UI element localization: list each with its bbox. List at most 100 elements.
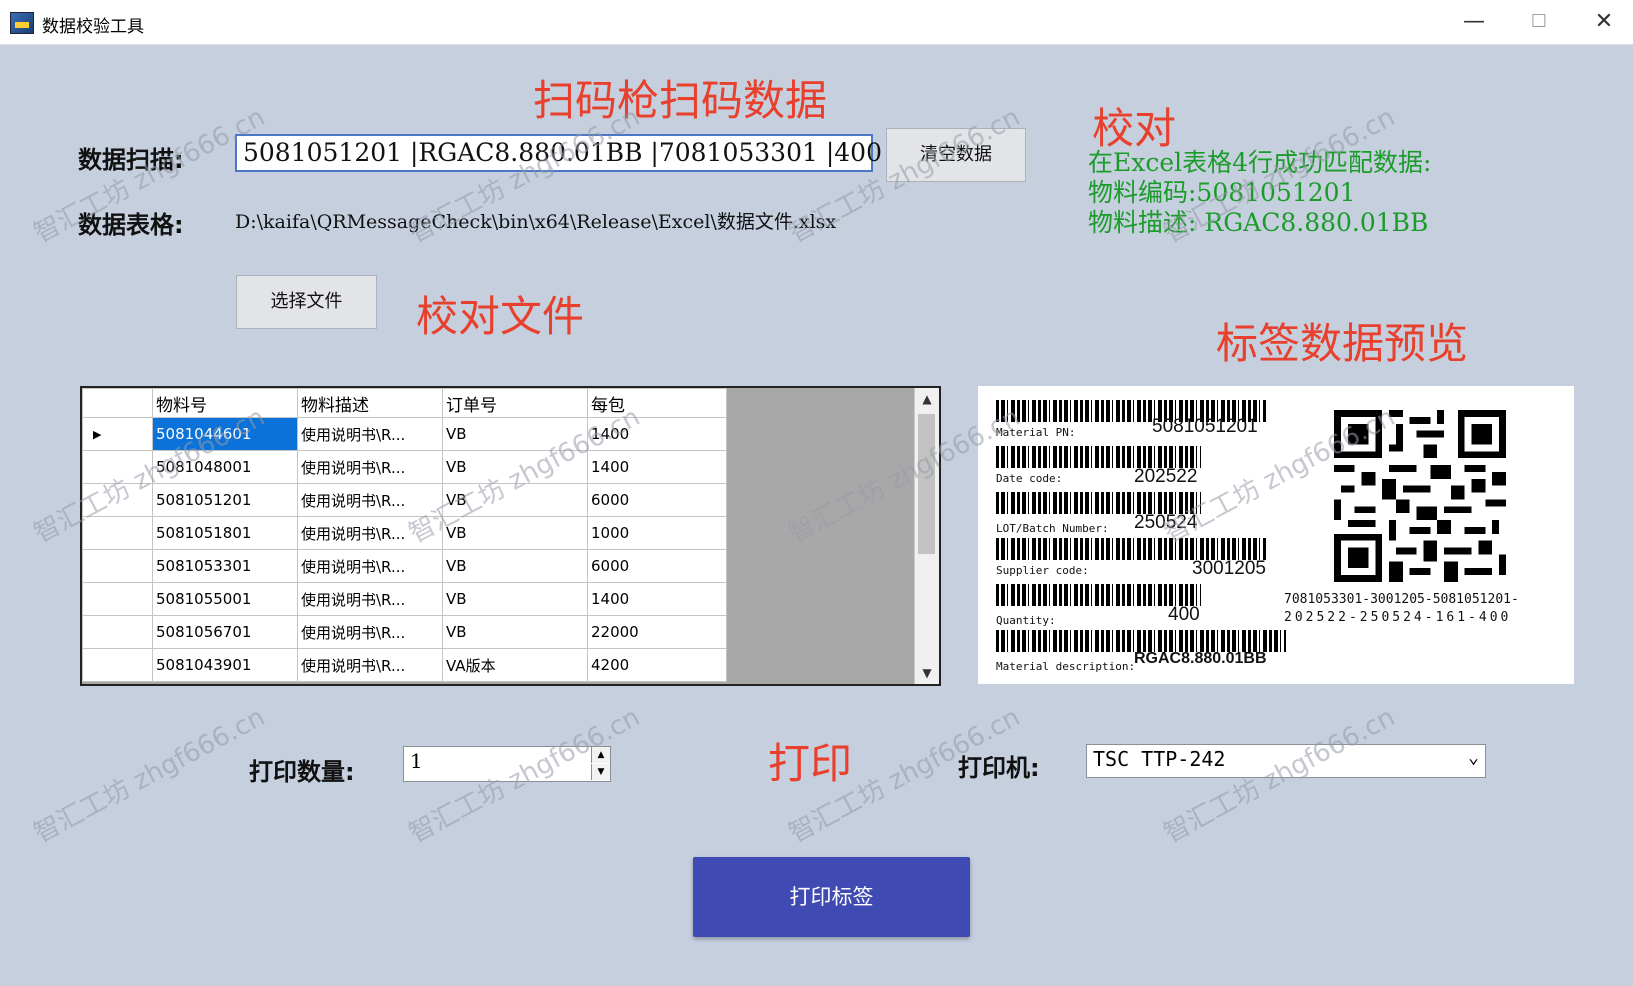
annotation-preview: 标签数据预览 [1216, 319, 1469, 368]
table-row[interactable]: 5081043901 使用说明书\R... VA版本 4200 [82, 648, 727, 682]
grid-cell[interactable]: 5081044601 [152, 417, 298, 451]
row-header[interactable] [82, 450, 153, 484]
table-row[interactable]: 5081055001 使用说明书\R... VB 1400 [82, 582, 727, 616]
grid-cell[interactable]: 5081048001 [152, 450, 298, 484]
grid-cell[interactable]: 1000 [587, 516, 727, 550]
printer-value[interactable]: TSC TTP-242 [1093, 747, 1225, 771]
row-header[interactable] [82, 549, 153, 583]
row-header[interactable] [82, 648, 153, 682]
barcode-lot [996, 492, 1201, 514]
grid-cell[interactable]: VB [442, 483, 588, 517]
grid-cell[interactable]: 5081056701 [152, 615, 298, 649]
label-preview: Material PN: 5081051201 Date code: 20252… [978, 386, 1574, 684]
table-row[interactable]: 5081056701 使用说明书\R... VB 22000 [82, 615, 727, 649]
table-row[interactable]: 5081048001 使用说明书\R... VB 1400 [82, 450, 727, 484]
table-row[interactable]: 5081053301 使用说明书\R... VB 6000 [82, 549, 727, 583]
row-header[interactable] [82, 615, 153, 649]
grid-cell[interactable]: 4200 [587, 648, 727, 682]
barcode-quantity [996, 584, 1201, 606]
grid-cell[interactable]: 5081043901 [152, 648, 298, 682]
grid-cell[interactable]: 使用说明书\R... [297, 450, 443, 484]
supplier-value: 3001205 [1192, 558, 1266, 579]
select-file-button[interactable]: 选择文件 [236, 275, 377, 329]
verify-line-3: 物料描述: RGAC8.880.01BB [1088, 208, 1429, 237]
title-bar: 数据校验工具 — ☐ ✕ [0, 0, 1633, 45]
annotation-print: 打印 [768, 739, 853, 788]
table-row[interactable]: ▶ 5081044601 使用说明书\R... VB 1400 [82, 417, 727, 451]
date-code-value: 202522 [1134, 466, 1198, 487]
grid-cell[interactable]: 使用说明书\R... [297, 417, 443, 451]
annotation-scan: 扫码枪扫码数据 [533, 76, 828, 125]
supplier-label: Supplier code: [996, 564, 1089, 577]
grid-cell[interactable]: 5081053301 [152, 549, 298, 583]
file-path: D:\kaifa\QRMessageCheck\bin\x64\Release\… [235, 211, 837, 233]
chevron-down-icon[interactable]: ⌄ [1468, 747, 1479, 768]
material-pn-label: Material PN: [996, 426, 1076, 439]
printer-select[interactable]: TSC TTP-242 ⌄ [1086, 744, 1486, 778]
grid-cell[interactable]: 使用说明书\R... [297, 483, 443, 517]
stepper-up-icon[interactable]: ▲ [591, 747, 610, 763]
print-label-button[interactable]: 打印标签 [693, 857, 970, 937]
grid-cell[interactable]: 使用说明书\R... [297, 582, 443, 616]
grid-cell[interactable]: 使用说明书\R... [297, 615, 443, 649]
scan-input[interactable]: 5081051201 |RGAC8.880.01BB |7081053301 |… [235, 134, 882, 172]
grid-cell[interactable]: VB [442, 450, 588, 484]
qr-caption-line-1: 7081053301-3001205-5081051201- [1284, 592, 1519, 607]
date-code-label: Date code: [996, 472, 1063, 485]
close-button[interactable]: ✕ [1580, 6, 1628, 38]
table-row[interactable]: 5081051801 使用说明书\R... VB 1000 [82, 516, 727, 550]
file-label: 数据表格: [78, 211, 184, 239]
grid-cell[interactable]: VB [442, 417, 588, 451]
column-header[interactable]: 物料描述 [297, 388, 443, 418]
grid-cell[interactable]: 6000 [587, 483, 727, 517]
stepper-down-icon[interactable]: ▼ [591, 764, 610, 780]
grid-cell[interactable]: 1400 [587, 582, 727, 616]
print-quantity-value[interactable]: 1 [410, 749, 423, 773]
grid-vertical-scrollbar[interactable]: ▲ ▼ [914, 388, 939, 684]
data-grid[interactable]: 物料号 物料描述 订单号 每包 ▶ 5081044601 使用说明书\R... … [80, 386, 941, 686]
grid-cell[interactable]: VB [442, 549, 588, 583]
grid-cell[interactable]: VB [442, 615, 588, 649]
minimize-button[interactable]: — [1450, 6, 1498, 38]
description-value: RGAC8.880.01BB [1134, 650, 1267, 667]
column-header[interactable]: 物料号 [152, 388, 298, 418]
column-header[interactable]: 每包 [587, 388, 727, 418]
clear-data-button[interactable]: 清空数据 [886, 128, 1026, 182]
grid-cell[interactable]: 5081051801 [152, 516, 298, 550]
grid-cell[interactable]: 使用说明书\R... [297, 648, 443, 682]
table-row[interactable]: 5081051201 使用说明书\R... VB 6000 [82, 483, 727, 517]
print-quantity-stepper[interactable]: 1 ▲ ▼ [403, 746, 611, 782]
barcode-date-code [996, 446, 1201, 468]
barcode-description [996, 630, 1286, 652]
row-header-corner [82, 388, 153, 418]
grid-cell[interactable]: 使用说明书\R... [297, 549, 443, 583]
lot-label: LOT/Batch Number: [996, 522, 1109, 535]
row-header[interactable] [82, 483, 153, 517]
annotation-file: 校对文件 [416, 292, 585, 341]
scroll-down-icon[interactable]: ▼ [915, 662, 939, 684]
qr-caption-line-2: 202522-250524-161-400 [1284, 610, 1512, 625]
grid-cell[interactable]: VB [442, 582, 588, 616]
lot-value: 250524 [1134, 512, 1198, 533]
app-icon [10, 12, 34, 34]
scrollbar-thumb[interactable] [918, 414, 935, 554]
quantity-value: 400 [1168, 604, 1200, 625]
grid-cell[interactable]: VA版本 [442, 648, 588, 682]
grid-cell[interactable]: 1400 [587, 417, 727, 451]
column-header[interactable]: 订单号 [442, 388, 588, 418]
row-header[interactable] [82, 582, 153, 616]
grid-table: 物料号 物料描述 订单号 每包 ▶ 5081044601 使用说明书\R... … [82, 388, 727, 682]
grid-cell[interactable]: VB [442, 516, 588, 550]
grid-cell[interactable]: 5081051201 [152, 483, 298, 517]
grid-cell[interactable]: 5081055001 [152, 582, 298, 616]
qr-code [1334, 410, 1506, 582]
grid-cell[interactable]: 6000 [587, 549, 727, 583]
description-label: Material description: [996, 660, 1136, 673]
scroll-up-icon[interactable]: ▲ [915, 388, 939, 410]
window-title: 数据校验工具 [42, 17, 144, 37]
maximize-button[interactable]: ☐ [1515, 6, 1563, 38]
grid-cell[interactable]: 1400 [587, 450, 727, 484]
grid-cell[interactable]: 使用说明书\R... [297, 516, 443, 550]
row-header[interactable] [82, 516, 153, 550]
grid-cell[interactable]: 22000 [587, 615, 727, 649]
